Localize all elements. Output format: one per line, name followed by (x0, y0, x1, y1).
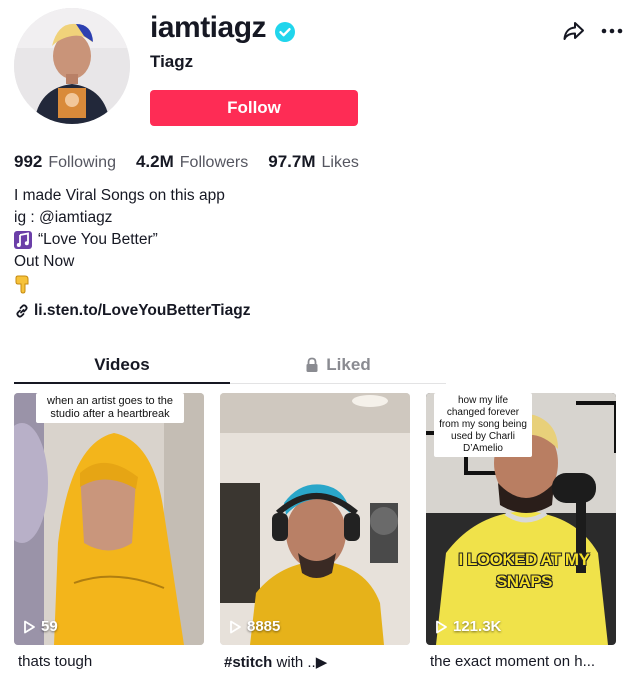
share-icon[interactable] (561, 18, 587, 44)
video-card[interactable]: 8885 #stitch with ..▶ (220, 393, 410, 671)
play-icon (436, 620, 447, 633)
following-label: Following (48, 154, 116, 171)
hand-pointing-down-icon (14, 274, 32, 294)
followers-label: Followers (179, 154, 249, 171)
avatar[interactable] (14, 8, 130, 124)
following-stat[interactable]: 992 Following (14, 152, 116, 172)
followers-stat[interactable]: 4.2M Followers (136, 152, 248, 172)
tab-videos[interactable]: Videos (14, 346, 230, 384)
play-icon (230, 620, 241, 633)
follow-button[interactable]: Follow (150, 90, 358, 126)
bio-line: Out Now (14, 253, 75, 270)
bio-link[interactable]: li.sten.to/LoveYouBetterTiagz (14, 302, 250, 320)
username-text: iamtiagz (150, 11, 267, 44)
video-description[interactable]: thats tough (14, 653, 204, 670)
likes-count: 97.7M (268, 152, 316, 171)
video-thumbnail[interactable]: how my life changed forever from my song… (426, 393, 616, 645)
lock-icon (306, 357, 318, 372)
play-icon (24, 620, 35, 633)
music-note-icon (14, 231, 32, 249)
video-thumbnail[interactable]: when an artist goes to the studio after … (14, 393, 204, 645)
tab-liked[interactable]: Liked (230, 346, 446, 383)
hashtag-link[interactable]: #stitch (224, 654, 272, 671)
view-count-value: 121.3K (453, 618, 502, 635)
view-count: 121.3K (434, 618, 501, 635)
video-text-overlay: I LOOKED AT MY SNAPS (458, 550, 590, 591)
video-description[interactable]: #stitch with ..▶ (220, 653, 410, 671)
bio-line-song: “Love You Better” (14, 229, 225, 251)
video-caption-overlay: how my life changed forever from my song… (434, 393, 532, 457)
video-card[interactable]: when an artist goes to the studio after … (14, 393, 204, 671)
video-description-text: with ..▶ (272, 654, 328, 671)
nickname: Tiagz (150, 52, 194, 71)
likes-label: Likes (321, 154, 359, 171)
video-caption-overlay: when an artist goes to the studio after … (36, 393, 184, 423)
view-count: 8885 (228, 618, 280, 635)
tab-liked-label: Liked (326, 354, 371, 374)
bio-line-emoji (14, 273, 225, 295)
bio-song-title: “Love You Better” (38, 231, 158, 248)
verified-badge-icon (274, 17, 296, 42)
video-grid: when an artist goes to the studio after … (14, 393, 616, 671)
username-heading: iamtiagz (150, 8, 296, 48)
link-icon (16, 304, 28, 318)
bio-link-text: li.sten.to/LoveYouBetterTiagz (34, 302, 251, 319)
view-count-value: 59 (41, 618, 58, 635)
tab-videos-label: Videos (94, 354, 150, 374)
video-description[interactable]: the exact moment on h... (426, 653, 616, 670)
more-icon[interactable] (600, 18, 623, 44)
profile-tabs: Videos Liked (14, 346, 446, 384)
followers-count: 4.2M (135, 152, 174, 171)
bio-line: ig : @iamtiagz (14, 209, 113, 226)
video-thumbnail[interactable]: 8885 (220, 393, 410, 645)
bio: I made Viral Songs on this app ig : @iam… (14, 185, 225, 295)
video-card[interactable]: how my life changed forever from my song… (426, 393, 616, 671)
view-count-value: 8885 (247, 618, 281, 635)
following-count: 992 (14, 152, 43, 171)
view-count: 59 (22, 618, 58, 635)
profile-stats: 992 Following 4.2M Followers 97.7M Likes (14, 152, 379, 172)
likes-stat: 97.7M Likes (268, 152, 359, 172)
bio-line: I made Viral Songs on this app (14, 187, 225, 204)
